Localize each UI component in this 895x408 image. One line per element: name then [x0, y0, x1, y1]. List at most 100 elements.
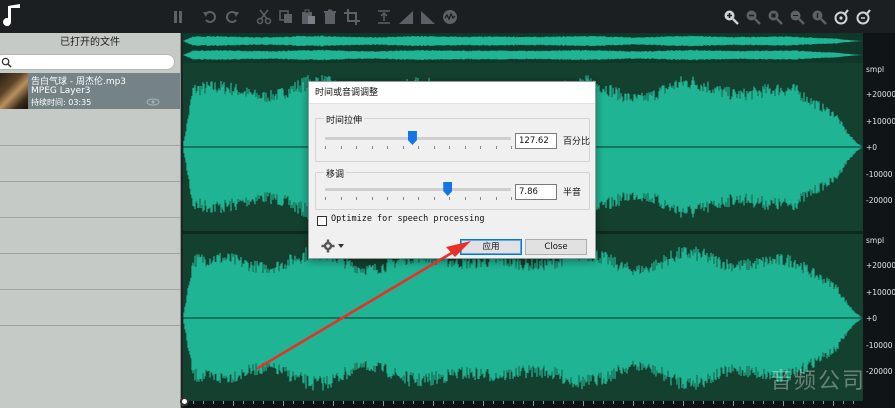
slider-tick — [325, 197, 326, 200]
zoom-reset-icon — [834, 9, 849, 25]
zoom-reset-button[interactable] — [831, 7, 851, 27]
file-duration-label: 持续时间: — [31, 98, 66, 107]
time-ruler-tick — [693, 401, 694, 404]
album-art-thumbnail — [0, 73, 28, 109]
time-ruler-tick — [843, 401, 844, 404]
time-ruler-tick — [793, 401, 794, 404]
time-ruler-tick — [243, 401, 244, 404]
audio-editor-app: 已打开的文件 告白气球 - 周杰伦.mp3 MPEG Layer3 持续时间: … — [0, 0, 895, 408]
redo-icon — [226, 11, 239, 23]
slider-tick — [433, 197, 435, 200]
waveform-channel — [183, 35, 863, 47]
dialog-title: 时间或音调调整 — [309, 82, 595, 104]
gear-dropdown-icon[interactable] — [321, 239, 349, 253]
amplitude-label-top: +0 — [866, 143, 878, 152]
slider-tick — [480, 146, 481, 149]
zoom-selection-icon — [768, 10, 783, 25]
zoom-vertical-button[interactable] — [809, 7, 829, 27]
cut-button[interactable] — [254, 7, 274, 27]
time-ruler-tick — [803, 401, 804, 404]
zoom-extra-button[interactable] — [853, 7, 873, 27]
copy-button[interactable] — [276, 7, 296, 27]
time-ruler-tick — [623, 401, 624, 404]
time-ruler-tick — [553, 401, 554, 404]
file-list-item[interactable]: 告白气球 - 周杰伦.mp3 MPEG Layer3 持续时间: 03:35 — [0, 73, 180, 109]
file-list-separators — [0, 145, 180, 361]
time-ruler-tick — [663, 401, 664, 404]
fade-out-button[interactable] — [418, 7, 438, 27]
time-ruler-tick — [353, 401, 354, 404]
copy-icon — [279, 10, 292, 23]
search-input[interactable] — [15, 55, 165, 69]
time-ruler-tick — [673, 401, 674, 404]
fade-out-icon — [421, 11, 435, 24]
undo-button[interactable] — [200, 7, 220, 27]
normalize-button[interactable] — [374, 7, 394, 27]
zoom-full-button[interactable] — [787, 7, 807, 27]
time-ruler-tick — [713, 401, 714, 404]
paste-icon — [302, 9, 315, 24]
redo-button[interactable] — [222, 7, 242, 27]
effect-button[interactable] — [440, 7, 460, 27]
separator-line — [0, 289, 180, 290]
slider-tick — [433, 146, 435, 149]
edit-toolbar — [168, 7, 460, 27]
zoom-selection-button[interactable] — [765, 7, 785, 27]
zoom-in-button[interactable] — [721, 7, 741, 27]
time-stretch-unit: 百分比 — [563, 137, 591, 147]
time-ruler-tick — [393, 401, 394, 404]
zoom-extra-icon — [856, 9, 871, 25]
slider-tick — [402, 197, 404, 200]
time-ruler-tick — [193, 401, 194, 404]
music-note-icon[interactable] — [2, 3, 28, 31]
slider-tick — [495, 197, 497, 200]
slider-tick — [371, 197, 373, 200]
delete-button[interactable] — [320, 7, 340, 27]
search-box[interactable] — [0, 54, 175, 70]
amplitude-label-bottom: -20000 — [866, 367, 893, 376]
separator-line — [0, 181, 180, 182]
fade-in-button[interactable] — [396, 7, 416, 27]
time-ruler-tick — [763, 401, 764, 404]
time-ruler-tick — [433, 401, 434, 406]
apply-button[interactable]: 应用 — [460, 239, 522, 255]
time-ruler-tick — [283, 401, 284, 406]
time-ruler-tick — [423, 401, 424, 404]
optimize-speech-checkbox[interactable] — [317, 216, 327, 226]
time-ruler-tick — [733, 401, 734, 406]
time-stretch-value-input[interactable]: 127.62 — [515, 133, 557, 149]
close-button[interactable]: Close — [525, 239, 587, 255]
time-stretch-slider-thumb[interactable] — [407, 131, 417, 145]
time-ruler-tick — [403, 401, 404, 404]
playhead-marker[interactable] — [180, 397, 189, 406]
slider-tick — [340, 146, 342, 149]
time-ruler-tick — [583, 401, 584, 406]
optimize-speech-label[interactable]: Optimize for speech processing — [331, 214, 485, 224]
time-ruler-tick — [653, 401, 654, 404]
eye-icon[interactable] — [146, 98, 160, 106]
time-ruler-tick — [813, 401, 814, 404]
zoom-vertical-icon — [812, 10, 827, 25]
pause-button[interactable] — [168, 7, 188, 27]
time-ruler[interactable] — [183, 401, 863, 408]
pitch-shift-slider-thumb[interactable] — [443, 182, 453, 196]
slider-tick — [480, 197, 481, 200]
time-ruler-tick — [833, 401, 834, 406]
pitch-shift-value-input[interactable]: 7.86 — [515, 184, 557, 200]
crop-button[interactable] — [342, 7, 362, 27]
zoom-out-button[interactable] — [743, 7, 763, 27]
pause-icon — [174, 11, 182, 23]
time-ruler-tick — [563, 401, 564, 404]
time-ruler-tick — [853, 401, 854, 404]
waveform-overview[interactable] — [183, 33, 863, 63]
time-ruler-tick — [323, 401, 324, 404]
time-ruler-tick — [743, 401, 744, 404]
time-stretch-slider-track[interactable] — [325, 137, 511, 140]
slider-tick — [356, 146, 357, 149]
time-ruler-tick — [523, 401, 524, 404]
pitch-shift-slider-track[interactable] — [325, 188, 511, 191]
time-ruler-tick — [473, 401, 474, 404]
paste-button[interactable] — [298, 7, 318, 27]
time-ruler-tick — [303, 401, 304, 404]
time-stretch-group: 时间拉伸 127.62 百分比 — [315, 113, 591, 162]
